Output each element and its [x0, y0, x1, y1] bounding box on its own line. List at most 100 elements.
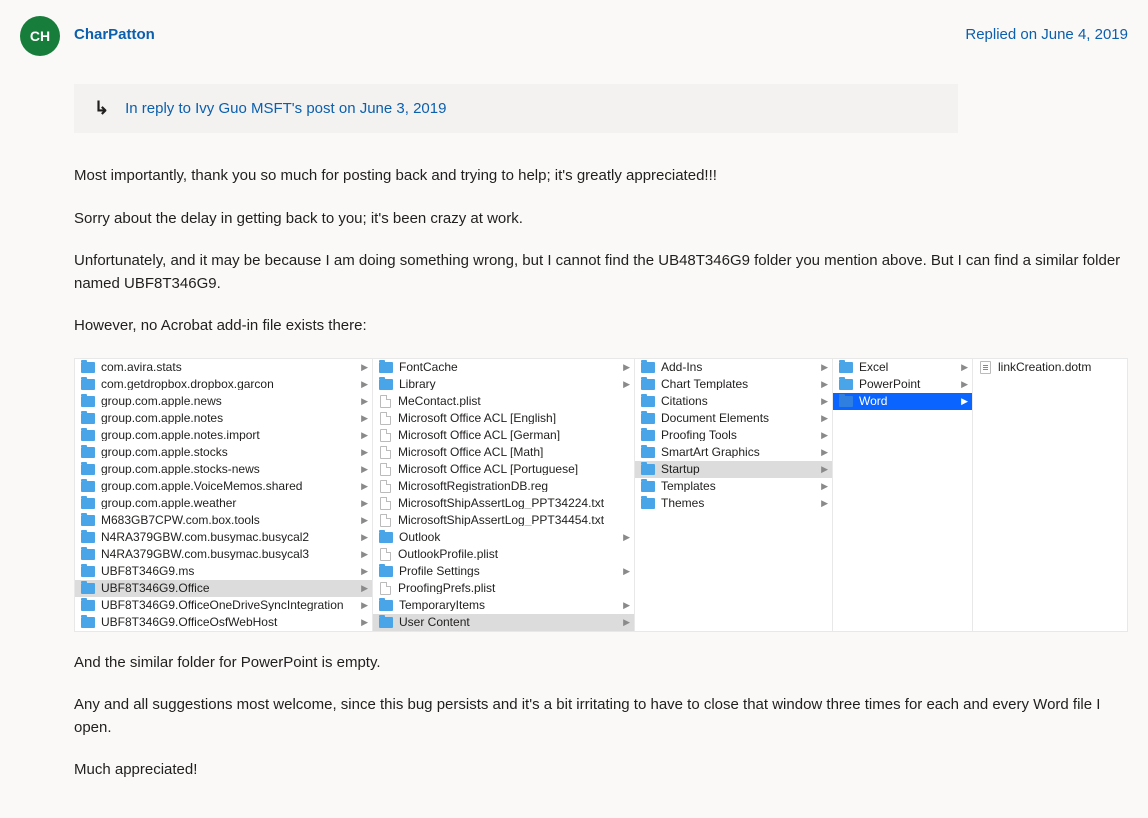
folder-item[interactable]: Startup ▶	[635, 461, 832, 478]
folder-icon	[379, 600, 393, 611]
item-label: Chart Templates	[661, 378, 817, 390]
folder-item[interactable]: group.com.apple.stocks▶	[75, 444, 372, 461]
avatar[interactable]: CH	[20, 16, 60, 56]
item-label: Startup	[661, 463, 817, 475]
folder-item[interactable]: User Content▶	[373, 614, 634, 631]
chevron-right-icon: ▶	[361, 618, 368, 627]
chevron-right-icon: ▶	[961, 380, 968, 389]
folder-item[interactable]: Profile Settings▶	[373, 563, 634, 580]
chevron-right-icon: ▶	[361, 567, 368, 576]
folder-icon	[641, 498, 655, 509]
folder-item[interactable]: TemporaryItems▶	[373, 597, 634, 614]
folder-item[interactable]: UBF8T346G9.OfficeOneDriveSyncIntegration…	[75, 597, 372, 614]
folder-item[interactable]: group.com.apple.weather▶	[75, 495, 372, 512]
folder-icon	[379, 379, 393, 390]
folder-item[interactable]: Citations▶	[635, 393, 832, 410]
chevron-right-icon: ▶	[361, 550, 368, 559]
folder-item[interactable]: N4RA379GBW.com.busymac.busycal2▶	[75, 529, 372, 546]
folder-item[interactable]: com.getdropbox.dropbox.garcon▶	[75, 376, 372, 393]
folder-item[interactable]: PowerPoint▶	[833, 376, 972, 393]
folder-item[interactable]: Word▶	[833, 393, 972, 410]
body-paragraph: Most importantly, thank you so much for …	[74, 165, 1128, 188]
item-label: Document Elements	[661, 412, 817, 424]
reply-banner: ↳ In reply to Ivy Guo MSFT's post on Jun…	[74, 84, 958, 133]
chevron-right-icon: ▶	[623, 363, 630, 372]
file-item[interactable]: MicrosoftRegistrationDB.reg	[373, 478, 634, 495]
folder-item[interactable]: Outlook▶	[373, 529, 634, 546]
folder-icon	[641, 396, 655, 407]
folder-item[interactable]: group.com.apple.notes.import ▶	[75, 427, 372, 444]
header-right: CharPatton Replied on June 4, 2019	[74, 16, 1128, 43]
item-label: Library	[399, 378, 619, 390]
folder-item[interactable]: Excel▶	[833, 359, 972, 376]
folder-item[interactable]: N4RA379GBW.com.busymac.busycal3▶	[75, 546, 372, 563]
folder-icon	[379, 617, 393, 628]
file-item[interactable]: Microsoft Office ACL [English]	[373, 410, 634, 427]
folder-item[interactable]: UBF8T346G9.Office▶	[75, 580, 372, 597]
finder-column: Excel▶PowerPoint▶Word▶	[833, 359, 973, 631]
chevron-right-icon: ▶	[821, 363, 828, 372]
file-item[interactable]: Microsoft Office ACL [German]	[373, 427, 634, 444]
folder-icon	[81, 430, 95, 441]
chevron-right-icon: ▶	[821, 448, 828, 457]
item-label: ProofingPrefs.plist	[398, 582, 630, 594]
chevron-right-icon: ▶	[961, 397, 968, 406]
item-label: com.avira.stats	[101, 361, 357, 373]
chevron-right-icon: ▶	[361, 448, 368, 457]
item-label: group.com.apple.notes.import	[101, 429, 357, 441]
chevron-right-icon: ▶	[361, 431, 368, 440]
chevron-right-icon: ▶	[361, 516, 368, 525]
folder-item[interactable]: group.com.apple.VoiceMemos.shared▶	[75, 478, 372, 495]
folder-item[interactable]: Templates▶	[635, 478, 832, 495]
folder-item[interactable]: Chart Templates▶	[635, 376, 832, 393]
file-item[interactable]: MicrosoftShipAssertLog_PPT34454.txt	[373, 512, 634, 529]
folder-item[interactable]: group.com.apple.news▶	[75, 393, 372, 410]
file-item[interactable]: Microsoft Office ACL [Portuguese]	[373, 461, 634, 478]
file-item[interactable]: Microsoft Office ACL [Math]	[373, 444, 634, 461]
folder-item[interactable]: UBF8T346G9.OfficeOsfWebHost▶	[75, 614, 372, 631]
folder-item[interactable]: FontCache ▶	[373, 359, 634, 376]
folder-item[interactable]: group.com.apple.notes▶	[75, 410, 372, 427]
forum-post: CH CharPatton Replied on June 4, 2019 ↳ …	[0, 0, 1148, 818]
file-item[interactable]: ProofingPrefs.plist	[373, 580, 634, 597]
folder-item[interactable]: UBF8T346G9.ms▶	[75, 563, 372, 580]
folder-item[interactable]: Library ▶	[373, 376, 634, 393]
chevron-right-icon: ▶	[361, 533, 368, 542]
folder-item[interactable]: Themes▶	[635, 495, 832, 512]
item-label: group.com.apple.news	[101, 395, 357, 407]
folder-item[interactable]: com.avira.stats▶	[75, 359, 372, 376]
folder-item[interactable]: group.com.apple.stocks-news▶	[75, 461, 372, 478]
folder-item[interactable]: Proofing Tools▶	[635, 427, 832, 444]
folder-icon	[81, 617, 95, 628]
file-item[interactable]: OutlookProfile.plist	[373, 546, 634, 563]
item-label: FontCache	[399, 361, 619, 373]
folder-icon	[379, 362, 393, 373]
folder-item[interactable]: Add-Ins▶	[635, 359, 832, 376]
folder-icon	[81, 379, 95, 390]
chevron-right-icon: ▶	[623, 380, 630, 389]
author-link[interactable]: CharPatton	[74, 26, 155, 43]
folder-icon	[641, 430, 655, 441]
body-paragraph: However, no Acrobat add-in file exists t…	[74, 315, 1128, 338]
finder-column: com.avira.stats▶com.getdropbox.dropbox.g…	[75, 359, 373, 631]
file-item[interactable]: MicrosoftShipAssertLog_PPT34224.txt	[373, 495, 634, 512]
chevron-right-icon: ▶	[821, 465, 828, 474]
folder-icon	[641, 413, 655, 424]
file-icon	[380, 514, 391, 527]
item-label: TemporaryItems	[399, 599, 619, 611]
reply-to-link[interactable]: In reply to Ivy Guo MSFT's post on June …	[125, 100, 446, 117]
file-item[interactable]: MeContact.plist	[373, 393, 634, 410]
file-item[interactable]: linkCreation.dotm	[973, 359, 1127, 376]
folder-icon	[81, 498, 95, 509]
folder-item[interactable]: SmartArt Graphics▶	[635, 444, 832, 461]
folder-icon	[81, 413, 95, 424]
folder-icon	[81, 566, 95, 577]
chevron-right-icon: ▶	[361, 414, 368, 423]
chevron-right-icon: ▶	[623, 567, 630, 576]
chevron-right-icon: ▶	[361, 465, 368, 474]
folder-item[interactable]: M683GB7CPW.com.box.tools▶	[75, 512, 372, 529]
reply-arrow-icon: ↳	[94, 98, 109, 119]
chevron-right-icon: ▶	[821, 482, 828, 491]
item-label: OutlookProfile.plist	[398, 548, 630, 560]
folder-item[interactable]: Document Elements▶	[635, 410, 832, 427]
